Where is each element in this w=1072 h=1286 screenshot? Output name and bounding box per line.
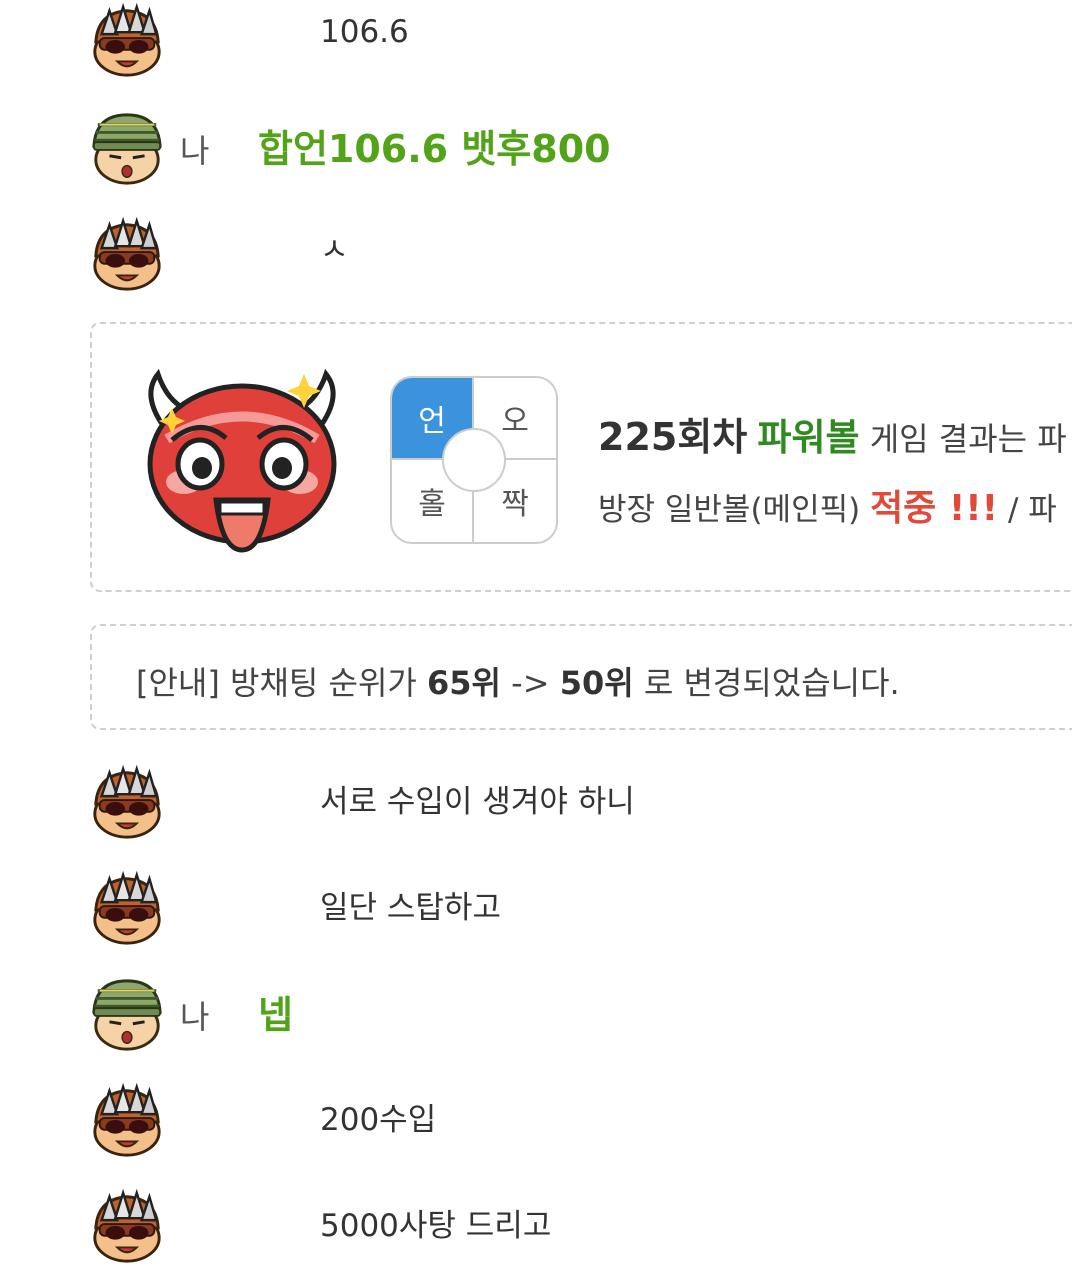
message-text: 5000사탕 드리고 — [320, 1208, 552, 1244]
hit-line: 방장 일반볼(메인픽) 적중 !!! / 파 — [598, 479, 1067, 531]
me-label: 나 — [180, 132, 210, 170]
message-text: 200수입 — [320, 1102, 437, 1138]
red-devil-mascot-icon — [147, 368, 337, 553]
message-text: ㅅ — [320, 232, 349, 268]
chat-message: 5000사탕 드리고 — [0, 1186, 1072, 1266]
result-line: 225회차 파워볼 게임 결과는 파 — [598, 406, 1067, 461]
hit-text: 적중 !!! — [870, 488, 999, 529]
chat-message: 서로 수입이 생겨야 하니 — [0, 762, 1072, 842]
spiky-helmet-avatar-icon[interactable] — [88, 2, 166, 78]
message-text: 넵 — [258, 993, 293, 1037]
result-suffix: 게임 결과는 파 — [859, 420, 1067, 458]
line2-suffix: / 파 — [998, 492, 1057, 528]
notice-text: [안내] 방채팅 순위가 65위 -> 50위 로 변경되었습니다. — [136, 658, 900, 704]
spiky-helmet-avatar-icon[interactable] — [88, 870, 166, 946]
notice-suffix: 로 변경되었습니다. — [633, 664, 900, 702]
chat-message: 200수입 — [0, 1080, 1072, 1160]
pick-grid: 언 오 홀 짝 — [390, 376, 558, 544]
my-chat-message: 나 넵 — [0, 974, 1072, 1054]
round-number: 225회차 — [598, 415, 748, 459]
to-rank: 50위 — [559, 664, 634, 702]
my-chat-message: 나 합언106.6 뱃후800 — [0, 108, 1072, 188]
green-cap-avatar-icon[interactable] — [88, 110, 166, 186]
message-text: 106.6 — [320, 14, 409, 50]
notice-prefix: [안내] 방채팅 순위가 — [136, 664, 428, 702]
notice-arrow: -> — [501, 664, 560, 702]
chat-message: 106.6 — [0, 0, 1072, 80]
message-text: 서로 수입이 생겨야 하니 — [320, 784, 635, 820]
chat-message: ㅅ — [0, 214, 1072, 294]
green-cap-avatar-icon[interactable] — [88, 976, 166, 1052]
me-label: 나 — [180, 998, 210, 1036]
game-name: 파워볼 — [757, 416, 860, 459]
pick-type-text: 방장 일반볼(메인픽) — [598, 492, 871, 528]
from-rank: 65위 — [427, 664, 501, 702]
message-text: 일단 스탑하고 — [320, 890, 501, 926]
pick-center-circle — [442, 428, 506, 492]
spiky-helmet-avatar-icon[interactable] — [88, 1082, 166, 1158]
rank-notice: [안내] 방채팅 순위가 65위 -> 50위 로 변경되었습니다. — [90, 624, 1072, 730]
result-text: 225회차 파워볼 게임 결과는 파 방장 일반볼(메인픽) 적중 !!! / … — [598, 406, 1067, 531]
chat-message: 일단 스탑하고 — [0, 868, 1072, 948]
spiky-helmet-avatar-icon[interactable] — [88, 216, 166, 292]
message-text: 합언106.6 뱃후800 — [258, 127, 611, 171]
spiky-helmet-avatar-icon[interactable] — [88, 1188, 166, 1264]
spiky-helmet-avatar-icon[interactable] — [88, 764, 166, 840]
game-result-card: 언 오 홀 짝 225회차 파워볼 게임 결과는 파 방장 일반볼(메인픽) 적… — [90, 322, 1072, 592]
